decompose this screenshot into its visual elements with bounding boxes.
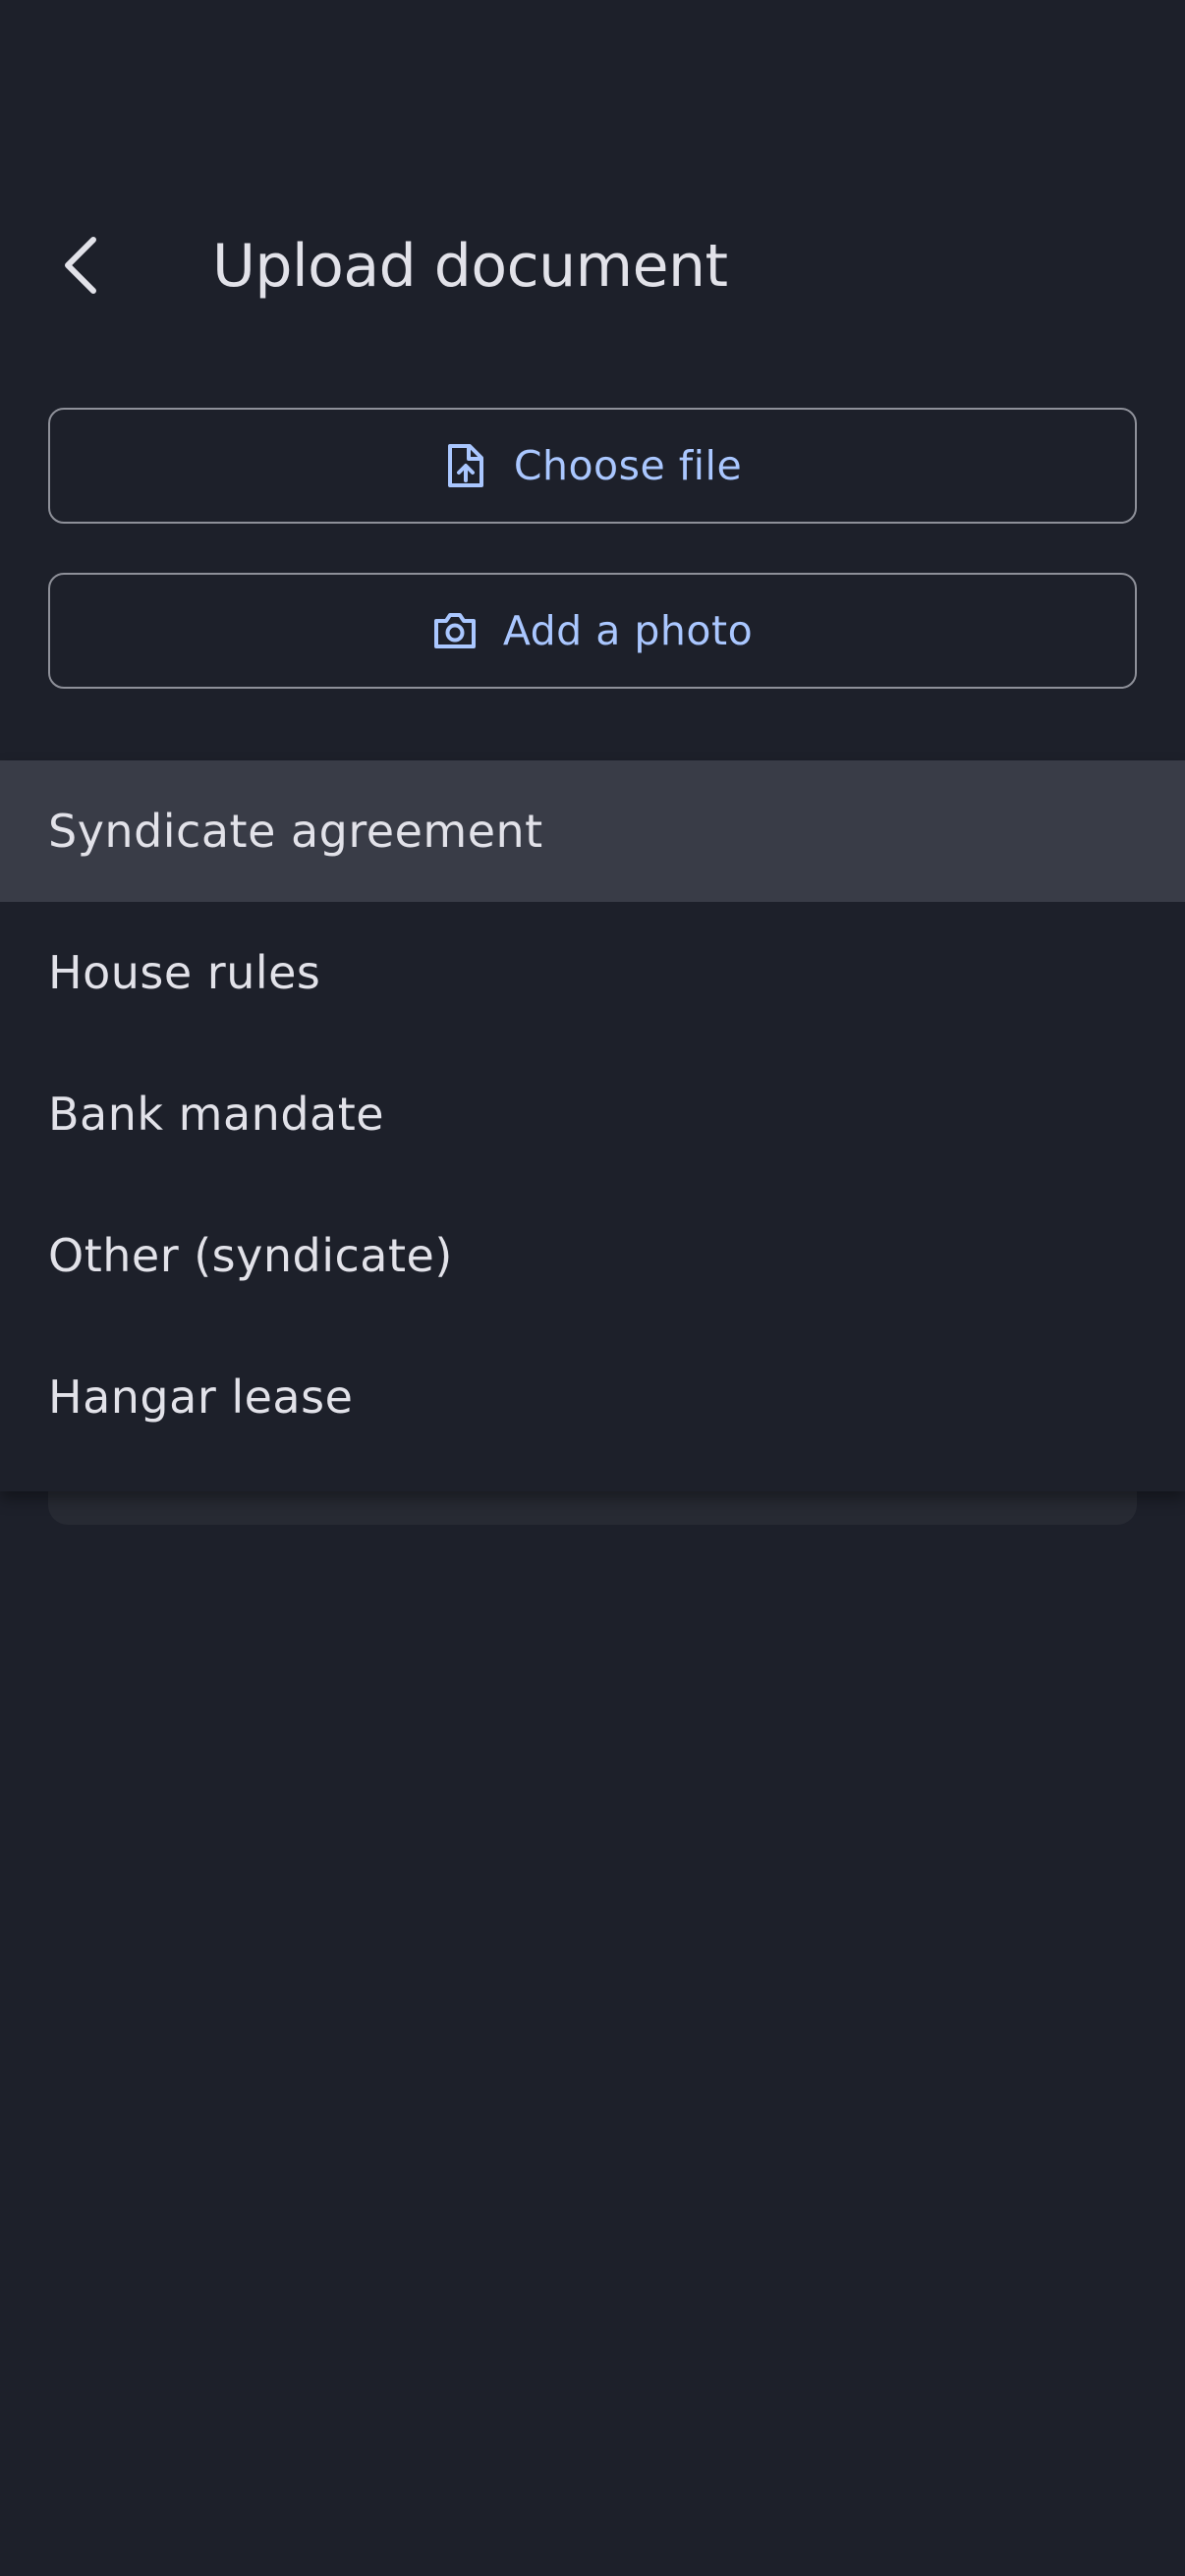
- add-photo-label: Add a photo: [502, 607, 754, 654]
- menu-item-label: House rules: [48, 946, 321, 999]
- menu-item-label: Hangar lease: [48, 1371, 354, 1424]
- choose-file-button[interactable]: Choose file: [48, 408, 1137, 524]
- menu-item-hangar-lease[interactable]: Hangar lease: [0, 1326, 1185, 1468]
- upload-document-screen: Upload document Choose file Add a photo …: [0, 0, 1185, 2576]
- choose-file-label: Choose file: [513, 442, 743, 489]
- menu-item-bank-mandate[interactable]: Bank mandate: [0, 1043, 1185, 1185]
- menu-item-label: Syndicate agreement: [48, 805, 543, 858]
- camera-icon: [432, 608, 478, 653]
- menu-item-label: Bank mandate: [48, 1088, 385, 1141]
- menu-item-label: Other (syndicate): [48, 1229, 453, 1282]
- back-button[interactable]: [41, 218, 122, 312]
- menu-item-house-rules[interactable]: House rules: [0, 902, 1185, 1043]
- page-title: Upload document: [212, 232, 728, 301]
- file-upload-icon: [443, 443, 488, 488]
- menu-item-other-syndicate[interactable]: Other (syndicate): [0, 1185, 1185, 1326]
- document-type-menu: Syndicate agreement House rules Bank man…: [0, 760, 1185, 1491]
- menu-item-syndicate-agreement[interactable]: Syndicate agreement: [0, 760, 1185, 902]
- add-photo-button[interactable]: Add a photo: [48, 573, 1137, 689]
- chevron-left-icon: [65, 237, 96, 294]
